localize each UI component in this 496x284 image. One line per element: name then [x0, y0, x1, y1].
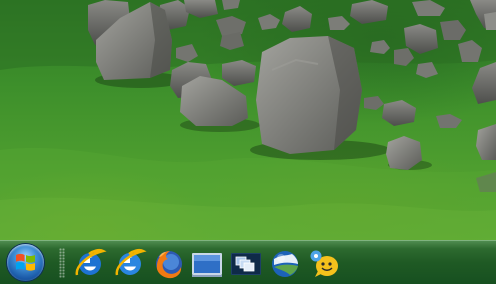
internet-explorer-icon [115, 248, 147, 276]
wallpaper-grass-stones [0, 0, 496, 240]
stones-illustration [0, 0, 496, 240]
quick-launch-switch-windows[interactable] [229, 245, 263, 281]
start-button[interactable] [7, 244, 44, 281]
firefox-icon [156, 251, 182, 279]
taskbar-grip[interactable] [59, 248, 65, 278]
desktop [0, 0, 496, 284]
show-desktop-icon [192, 253, 222, 277]
quick-launch-messenger[interactable] [307, 245, 341, 281]
quick-launch-google-earth[interactable] [268, 245, 302, 281]
google-earth-icon [272, 251, 298, 277]
switch-windows-icon [231, 253, 261, 275]
internet-explorer-icon [75, 248, 107, 276]
quick-launch-firefox[interactable] [152, 245, 186, 281]
messenger-icon [310, 250, 338, 277]
quick-launch-internet-explorer-2[interactable] [113, 245, 147, 281]
quick-launch-internet-explorer[interactable] [73, 245, 107, 281]
windows-logo-icon [16, 253, 35, 271]
quick-launch-show-desktop[interactable] [190, 245, 224, 281]
taskbar [0, 240, 496, 284]
